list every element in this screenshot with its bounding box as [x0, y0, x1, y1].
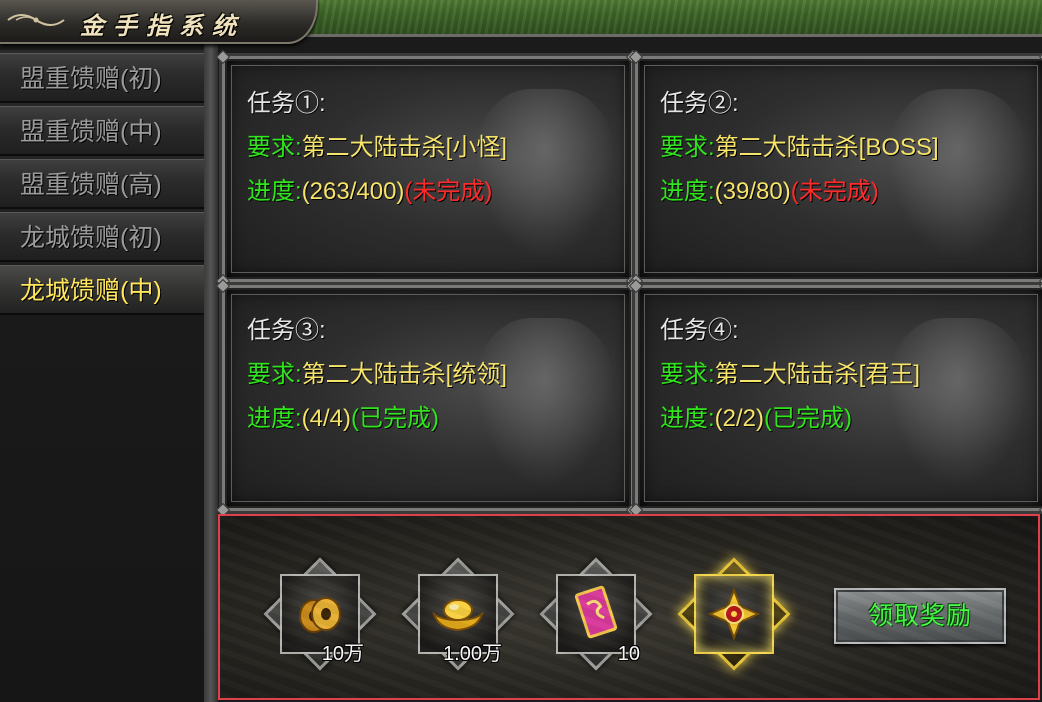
background-art [888, 89, 1028, 259]
gold-ingot-icon [432, 599, 484, 632]
task-requirement: 要求:第二大陆击杀[小怪] [247, 127, 507, 162]
status-text: (未完成) [790, 178, 879, 205]
task-title: 任务③: [247, 317, 326, 344]
task-panel-3: 任务③: 要求:第二大陆击杀[统领] 进度:(4/4)(已完成) [215, 278, 641, 518]
progress-value: (39/80) [714, 178, 791, 205]
requirement-label: 要求: [660, 361, 715, 388]
sidebar-item-longcheng-intermediate[interactable]: 龙城馈赠(中) [0, 265, 204, 315]
reward-quantity: 1.00万 [443, 643, 502, 665]
reward-quantity: 10 [617, 643, 640, 665]
sidebar-item-longcheng-beginner[interactable]: 龙城馈赠(初) [0, 212, 204, 262]
reward-slot-3[interactable]: 10 [538, 556, 654, 672]
status-text: (已完成) [351, 405, 440, 432]
sidebar-item-mengzhong-intermediate[interactable]: 盟重馈赠(中) [0, 106, 204, 156]
requirement-label: 要求: [247, 134, 302, 161]
background-art [475, 89, 615, 259]
requirement-value: 第二大陆击杀[统领] [301, 361, 508, 388]
task-progress: 进度:(2/2)(已完成) [660, 398, 852, 433]
task-panel-4: 任务④: 要求:第二大陆击杀[君王] 进度:(2/2)(已完成) [628, 278, 1042, 518]
window-title-tab: 金手指系统 [0, 0, 318, 44]
reward-quantity: 10万 [321, 643, 364, 665]
requirement-label: 要求: [247, 361, 302, 388]
background-art [475, 318, 615, 488]
reward-slot-4[interactable] [676, 556, 792, 672]
background-art [888, 318, 1028, 488]
claim-reward-button[interactable]: 领取奖励 [834, 588, 1006, 644]
task-progress: 进度:(39/80)(未完成) [660, 171, 879, 206]
sidebar-item-mengzhong-beginner[interactable]: 盟重馈赠(初) [0, 53, 204, 103]
status-text: (已完成) [764, 405, 853, 432]
sidebar-item-mengzhong-advanced[interactable]: 盟重馈赠(高) [0, 159, 204, 209]
scroll-card-icon [574, 585, 618, 639]
golden-emblem-icon [708, 588, 760, 640]
task-title: 任务④: [660, 317, 739, 344]
requirement-value: 第二大陆击杀[小怪] [301, 134, 508, 161]
progress-label: 进度: [660, 405, 715, 432]
window-title: 金手指系统 [80, 11, 245, 40]
requirement-value: 第二大陆击杀[BOSS] [714, 134, 939, 161]
reward-slot-2[interactable]: 1.00万 [400, 556, 516, 672]
requirement-label: 要求: [660, 134, 715, 161]
progress-label: 进度: [247, 178, 302, 205]
task-title: 任务②: [660, 90, 739, 117]
task-panel-2: 任务②: 要求:第二大陆击杀[BOSS] 进度:(39/80)(未完成) [628, 49, 1042, 289]
task-requirement: 要求:第二大陆击杀[BOSS] [660, 127, 939, 162]
task-progress: 进度:(263/400)(未完成) [247, 171, 492, 206]
task-requirement: 要求:第二大陆击杀[统领] [247, 354, 507, 389]
reward-bar: 10万 1.00万 10 领取奖励 [218, 514, 1040, 700]
sidebar: 盟重馈赠(初) 盟重馈赠(中) 盟重馈赠(高) 龙城馈赠(初) 龙城馈赠(中) [0, 50, 204, 702]
task-panel-1: 任务①: 要求:第二大陆击杀[小怪] 进度:(263/400)(未完成) [215, 49, 641, 289]
progress-value: (2/2) [714, 405, 765, 432]
progress-label: 进度: [247, 405, 302, 432]
task-progress: 进度:(4/4)(已完成) [247, 398, 439, 433]
progress-label: 进度: [660, 178, 715, 205]
task-requirement: 要求:第二大陆击杀[君王] [660, 354, 920, 389]
copper-coin-icon [299, 597, 341, 633]
progress-value: (263/400) [301, 178, 405, 205]
frame-divider [204, 44, 218, 702]
task-title: 任务①: [247, 90, 326, 117]
reward-slot-1[interactable]: 10万 [262, 556, 378, 672]
status-text: (未完成) [404, 178, 493, 205]
ornament-icon [7, 14, 65, 26]
progress-value: (4/4) [301, 405, 352, 432]
requirement-value: 第二大陆击杀[君王] [714, 361, 921, 388]
